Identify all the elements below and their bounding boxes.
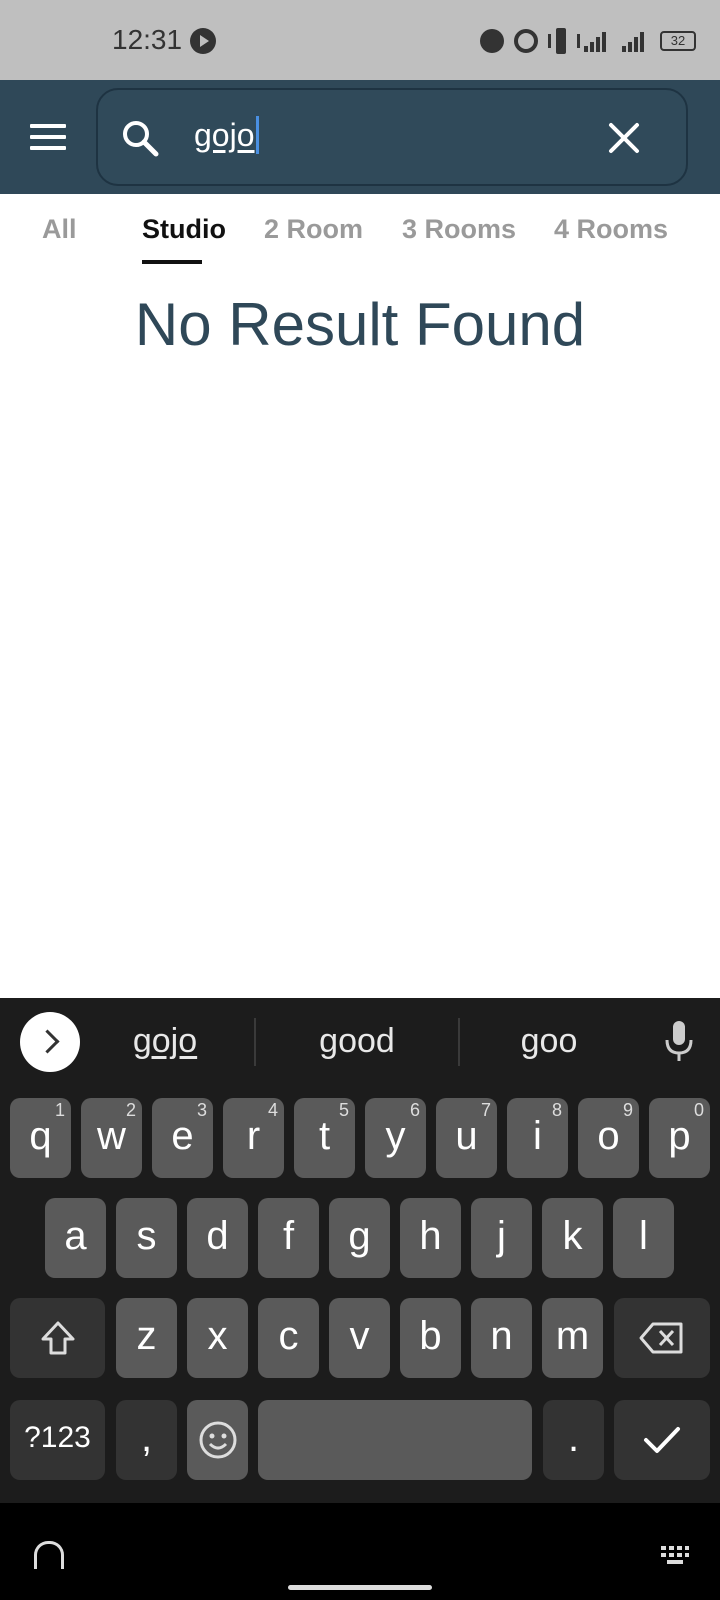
keyboard-hide-icon[interactable] xyxy=(34,1541,64,1569)
key-hint: 8 xyxy=(551,1100,562,1120)
text-cursor xyxy=(255,116,259,154)
tab-all[interactable]: All xyxy=(42,214,77,245)
key-hint: 9 xyxy=(622,1100,633,1120)
microphone-icon[interactable] xyxy=(664,1020,694,1062)
tab-2-room[interactable]: 2 Room xyxy=(264,214,363,245)
room-type-tabs: All Studio 2 Room 3 Rooms 4 Rooms xyxy=(0,194,720,270)
shift-icon xyxy=(41,1321,74,1355)
app-header: gojo xyxy=(0,80,720,194)
key-label: o xyxy=(597,1114,620,1158)
key-a[interactable]: a xyxy=(45,1198,106,1278)
key-hint: 5 xyxy=(338,1100,349,1120)
space-key[interactable] xyxy=(258,1400,532,1480)
key-z[interactable]: z xyxy=(116,1298,177,1378)
period-key[interactable]: . xyxy=(543,1400,604,1480)
tab-studio[interactable]: Studio xyxy=(142,214,226,245)
key-l[interactable]: l xyxy=(613,1198,674,1278)
emoji-icon xyxy=(199,1421,236,1459)
key-w[interactable]: w2 xyxy=(81,1098,142,1178)
suggestion-2[interactable]: good xyxy=(262,1022,452,1061)
key-b[interactable]: b xyxy=(400,1298,461,1378)
emoji-key[interactable] xyxy=(187,1400,248,1480)
key-label: y xyxy=(385,1114,406,1158)
key-f[interactable]: f xyxy=(258,1198,319,1278)
key-hint: 2 xyxy=(125,1100,136,1120)
search-query: gojo xyxy=(194,117,255,153)
suggestion-divider xyxy=(254,1018,256,1066)
key-t[interactable]: t5 xyxy=(294,1098,355,1178)
status-icons: 32 xyxy=(480,26,696,56)
key-x[interactable]: x xyxy=(187,1298,248,1378)
backspace-key[interactable] xyxy=(614,1298,710,1378)
shift-key[interactable] xyxy=(10,1298,105,1378)
signal-2-icon xyxy=(622,30,650,52)
vibrate-icon xyxy=(548,28,580,54)
active-tab-indicator xyxy=(142,260,202,264)
key-q[interactable]: q1 xyxy=(10,1098,71,1178)
status-time: 12:31 xyxy=(112,24,183,55)
key-label: i xyxy=(533,1114,542,1158)
keyboard-switch-icon[interactable] xyxy=(660,1545,690,1565)
search-icon xyxy=(123,121,159,157)
key-g[interactable]: g xyxy=(329,1198,390,1278)
symbols-key[interactable]: ?123 xyxy=(10,1400,105,1480)
tab-4-rooms[interactable]: 4 Rooms xyxy=(554,214,668,245)
key-c[interactable]: c xyxy=(258,1298,319,1378)
data-saver-icon xyxy=(480,29,504,53)
checkmark-icon xyxy=(644,1427,680,1454)
clear-search-icon[interactable] xyxy=(606,120,642,156)
key-j[interactable]: j xyxy=(471,1198,532,1278)
key-hint: 4 xyxy=(267,1100,278,1120)
home-gesture-bar[interactable] xyxy=(288,1585,432,1590)
suggestion-3[interactable]: goo xyxy=(454,1022,644,1061)
key-hint: 1 xyxy=(54,1100,65,1120)
soft-keyboard: gojo good goo q1 w2 e3 r4 t5 y6 u7 i8 o9… xyxy=(0,998,720,1503)
key-n[interactable]: n xyxy=(471,1298,532,1378)
suggestion-bar: gojo good goo xyxy=(0,998,720,1084)
enter-key[interactable] xyxy=(614,1400,710,1480)
key-label: t xyxy=(318,1114,331,1158)
hamburger-menu-icon[interactable] xyxy=(30,124,66,150)
key-o[interactable]: o9 xyxy=(578,1098,639,1178)
key-hint: 7 xyxy=(480,1100,491,1120)
key-hint: 3 xyxy=(196,1100,207,1120)
key-i[interactable]: i8 xyxy=(507,1098,568,1178)
key-hint: 6 xyxy=(409,1100,420,1120)
comma-key[interactable]: , xyxy=(116,1400,177,1480)
key-label: q xyxy=(29,1114,52,1158)
key-e[interactable]: e3 xyxy=(152,1098,213,1178)
media-play-icon xyxy=(190,28,216,54)
key-v[interactable]: v xyxy=(329,1298,390,1378)
key-label: e xyxy=(171,1114,194,1158)
key-r[interactable]: r4 xyxy=(223,1098,284,1178)
suggestion-1[interactable]: gojo xyxy=(70,1022,260,1061)
key-y[interactable]: y6 xyxy=(365,1098,426,1178)
system-nav-bar xyxy=(0,1503,720,1600)
key-label: u xyxy=(455,1114,478,1158)
tab-3-rooms[interactable]: 3 Rooms xyxy=(402,214,516,245)
signal-icon xyxy=(584,30,612,52)
key-k[interactable]: k xyxy=(542,1198,603,1278)
key-label: r xyxy=(246,1114,261,1158)
search-box[interactable]: gojo xyxy=(96,88,688,186)
alarm-icon xyxy=(514,29,538,53)
key-label: w xyxy=(97,1114,126,1158)
key-s[interactable]: s xyxy=(116,1198,177,1278)
search-input[interactable]: gojo xyxy=(194,116,259,154)
battery-icon: 32 xyxy=(660,31,696,51)
key-d[interactable]: d xyxy=(187,1198,248,1278)
no-result-message: No Result Found xyxy=(134,291,586,358)
key-h[interactable]: h xyxy=(400,1198,461,1278)
key-m[interactable]: m xyxy=(542,1298,603,1378)
backspace-icon xyxy=(639,1322,683,1354)
status-bar: 12:31 32 xyxy=(0,0,720,80)
key-label: p xyxy=(668,1114,691,1158)
key-u[interactable]: u7 xyxy=(436,1098,497,1178)
key-hint: 0 xyxy=(693,1100,704,1120)
key-p[interactable]: p0 xyxy=(649,1098,710,1178)
